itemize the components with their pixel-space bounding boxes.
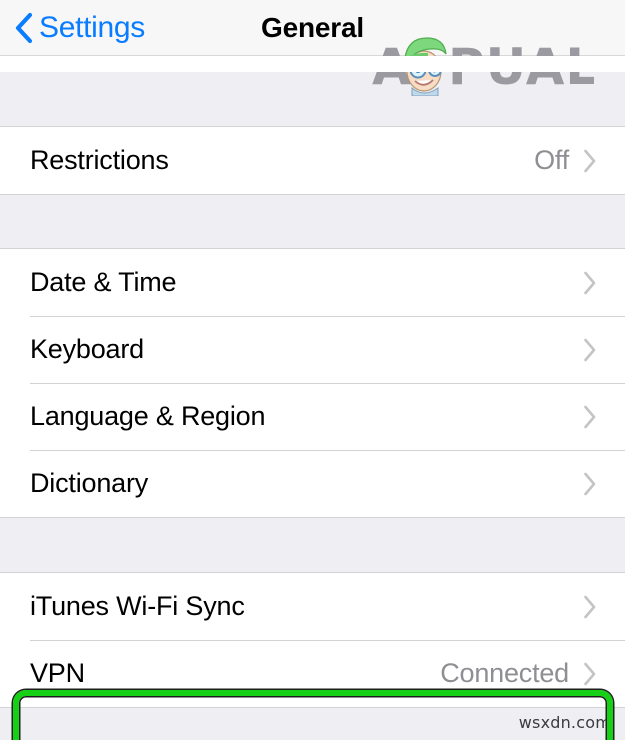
row-label: iTunes Wi-Fi Sync [30,591,245,621]
chevron-right-icon [583,338,609,362]
row-label: Keyboard [30,334,144,364]
row-label: Date & Time [30,267,177,297]
row-label: Restrictions [30,145,169,175]
settings-row-itunes-wifi-sync[interactable]: iTunes Wi-Fi Sync [0,573,625,640]
row-value: Off [534,145,569,175]
datetime-section: Date & Time Keyboard Language & Region D… [0,248,625,518]
chevron-right-icon [583,595,609,619]
settings-list: Restrictions Off Date & Time Keyboard La… [0,56,625,740]
chevron-right-icon [583,405,609,429]
settings-row-keyboard[interactable]: Keyboard [0,316,625,383]
settings-row-vpn[interactable]: VPN Connected [0,640,625,707]
chevron-right-icon [583,271,609,295]
navigation-bar: Settings General [0,0,625,56]
settings-row-language-region[interactable]: Language & Region [0,383,625,450]
row-label: Dictionary [30,468,149,498]
settings-row-date-time[interactable]: Date & Time [0,249,625,316]
row-label: VPN [30,658,85,688]
settings-row-restrictions[interactable]: Restrictions Off [0,127,625,194]
settings-row-dictionary[interactable]: Dictionary [0,450,625,517]
ios-settings-screen: Settings General A PUALS [0,0,625,740]
row-label: Language & Region [30,401,266,431]
chevron-right-icon [583,149,609,173]
row-value: Connected [440,658,569,688]
page-title: General [261,12,364,43]
sync-vpn-section: iTunes Wi-Fi Sync VPN Connected [0,572,625,708]
chevron-right-icon [583,662,609,686]
partial-scrolled-row [0,56,625,72]
restrictions-section: Restrictions Off [0,126,625,195]
chevron-right-icon [583,472,609,496]
site-watermark: wsxdn.com [518,713,611,732]
